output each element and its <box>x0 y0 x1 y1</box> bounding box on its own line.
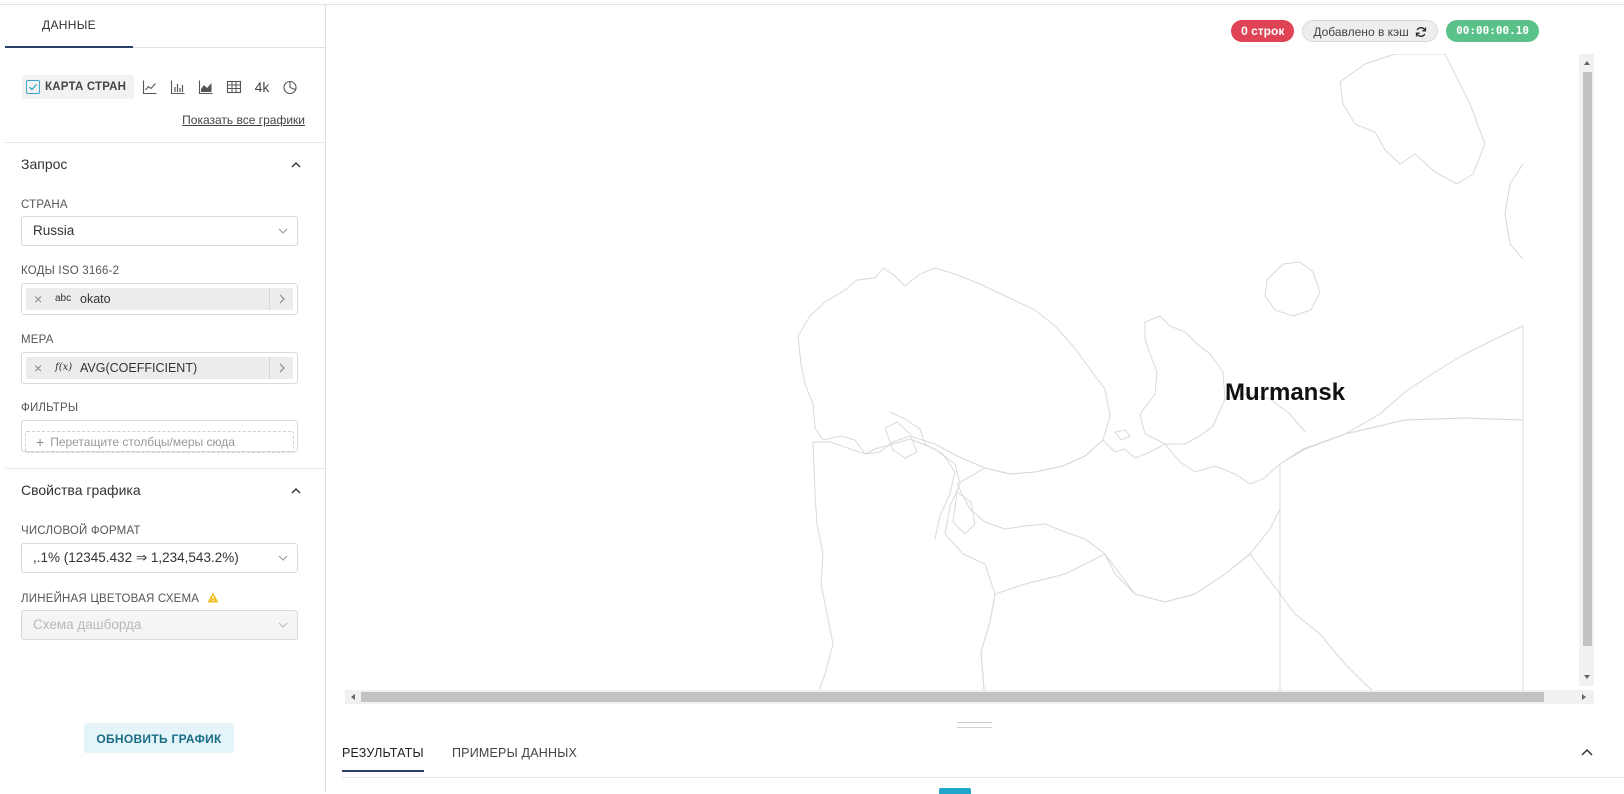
divider <box>5 142 325 143</box>
murmansk-region-shape <box>797 267 1111 475</box>
nenets-region-shape <box>1139 315 1226 445</box>
iso-codes-label: КОДЫ ISO 3166-2 <box>21 265 120 277</box>
show-all-charts-link[interactable]: Показать все графики <box>182 113 305 127</box>
komi-region-shape <box>1279 417 1524 702</box>
onega-coast-shape <box>889 411 956 540</box>
line-chart-icon[interactable] <box>140 77 160 97</box>
color-scheme-select[interactable]: Схема дашборда <box>21 610 298 640</box>
collapse-chevron-icon[interactable] <box>1580 746 1594 760</box>
status-badges: 0 строк Добавлено в кэш 00:00:00.10 <box>1231 20 1539 42</box>
iso-codes-tag[interactable]: × abc okato <box>26 288 293 310</box>
control-panel: ДАННЫЕ КАРТА СТРАН 4k Показать все графи… <box>5 5 326 793</box>
arkhangelsk-region-shape <box>956 325 1524 603</box>
pie-chart-icon[interactable] <box>280 77 300 97</box>
bar-chart-icon[interactable] <box>168 77 188 97</box>
timer-badge: 00:00:00.10 <box>1446 20 1539 42</box>
chevron-up-icon[interactable] <box>291 160 301 170</box>
chevron-down-icon <box>278 228 288 234</box>
scroll-right-icon[interactable] <box>1579 692 1589 702</box>
vertical-scroll-thumb[interactable] <box>1583 72 1592 646</box>
checkbox-icon <box>26 80 40 94</box>
function-icon: f(x) <box>55 362 73 373</box>
tab-data[interactable]: ДАННЫЕ <box>5 5 133 48</box>
remove-tag-icon[interactable]: × <box>34 288 42 310</box>
horizontal-scroll-thumb[interactable] <box>361 692 1544 702</box>
chevron-right-icon[interactable] <box>269 357 293 379</box>
vologda-region-shape <box>980 553 1281 702</box>
plus-icon: + <box>36 434 45 450</box>
tab-results[interactable]: РЕЗУЛЬТАТЫ <box>342 746 424 772</box>
scroll-left-icon[interactable] <box>348 692 358 702</box>
scroll-up-icon[interactable] <box>1582 58 1592 68</box>
filters-label: ФИЛЬТРЫ <box>21 402 79 414</box>
measure-tag[interactable]: × f(x) AVG(COEFFICIENT) <box>26 357 293 379</box>
viz-type-label: КАРТА СТРАН <box>45 81 127 93</box>
color-scheme-label: ЛИНЕЙНАЯ ЦВЕТОВАЯ СХЕМА <box>21 593 200 605</box>
number-format-value: ,.1% (12345.432 ⇒ 1,234,543.2%) <box>33 550 239 565</box>
iso-codes-field[interactable]: × abc okato <box>21 283 298 315</box>
chevron-up-icon[interactable] <box>291 486 301 496</box>
filters-placeholder: Перетащите столбцы/меры сюда <box>50 435 235 449</box>
viz-type-row: КАРТА СТРАН 4k <box>22 75 322 99</box>
kolguev-island-shape <box>1264 261 1321 317</box>
novaya-zemlya-shape <box>1339 54 1486 185</box>
measure-tag-name: AVG(COEFFICIENT) <box>80 361 198 375</box>
panel-resize-handle[interactable] <box>957 722 992 728</box>
loading-indicator <box>939 788 971 794</box>
region-label: Murmansk <box>1225 379 1346 406</box>
lake-shape <box>884 421 918 459</box>
scroll-down-icon[interactable] <box>1582 672 1592 682</box>
row-count-badge: 0 строк <box>1231 20 1295 42</box>
table-icon[interactable] <box>224 77 244 97</box>
warning-icon[interactable] <box>207 592 219 603</box>
results-tabs: РЕЗУЛЬТАТЫ ПРИМЕРЫ ДАННЫХ <box>342 730 1624 778</box>
big-number-icon[interactable]: 4k <box>252 77 272 97</box>
country-select[interactable]: Russia <box>21 216 298 246</box>
iso-codes-tag-name: okato <box>80 292 111 306</box>
chevron-right-icon[interactable] <box>269 288 293 310</box>
tab-samples[interactable]: ПРИМЕРЫ ДАННЫХ <box>452 746 577 770</box>
map-vertical-scrollbar[interactable] <box>1579 54 1594 686</box>
country-label: СТРАНА <box>21 199 68 211</box>
yamal-edge-shape <box>1504 163 1524 260</box>
map-horizontal-scrollbar[interactable] <box>345 690 1594 704</box>
refresh-icon[interactable] <box>1415 26 1427 38</box>
color-scheme-label-row: ЛИНЕЙНАЯ ЦВЕТОВАЯ СХЕМА <box>21 592 219 605</box>
measure-label: МЕРА <box>21 334 54 346</box>
cache-badge-label: Добавлено в кэш <box>1313 25 1409 39</box>
chevron-down-icon <box>278 622 288 628</box>
divider <box>5 468 325 469</box>
cache-badge[interactable]: Добавлено в кэш <box>1302 20 1439 42</box>
number-format-select[interactable]: ,.1% (12345.432 ⇒ 1,234,543.2%) <box>21 543 298 573</box>
filters-drop-zone[interactable]: + Перетащите столбцы/меры сюда <box>25 431 294 453</box>
column-type-icon: abc <box>55 293 72 304</box>
region-boundaries <box>797 54 1524 702</box>
country-map[interactable]: Murmansk <box>345 54 1594 702</box>
lake-shape <box>1114 429 1131 441</box>
chevron-down-icon <box>278 555 288 561</box>
remove-tag-icon[interactable]: × <box>34 357 42 379</box>
number-format-label: ЧИСЛОВОЙ ФОРМАТ <box>21 525 141 537</box>
chart-properties-section-title[interactable]: Свойства графика <box>21 482 141 498</box>
viz-type-selected[interactable]: КАРТА СТРАН <box>22 75 134 99</box>
country-value: Russia <box>33 223 75 238</box>
update-chart-button[interactable]: ОБНОВИТЬ ГРАФИК <box>84 723 234 753</box>
measure-field[interactable]: × f(x) AVG(COEFFICIENT) <box>21 352 298 384</box>
panel-tabs: ДАННЫЕ <box>5 5 325 48</box>
query-section-title[interactable]: Запрос <box>21 156 67 172</box>
area-chart-icon[interactable] <box>196 77 216 97</box>
color-scheme-placeholder: Схема дашборда <box>33 617 142 632</box>
